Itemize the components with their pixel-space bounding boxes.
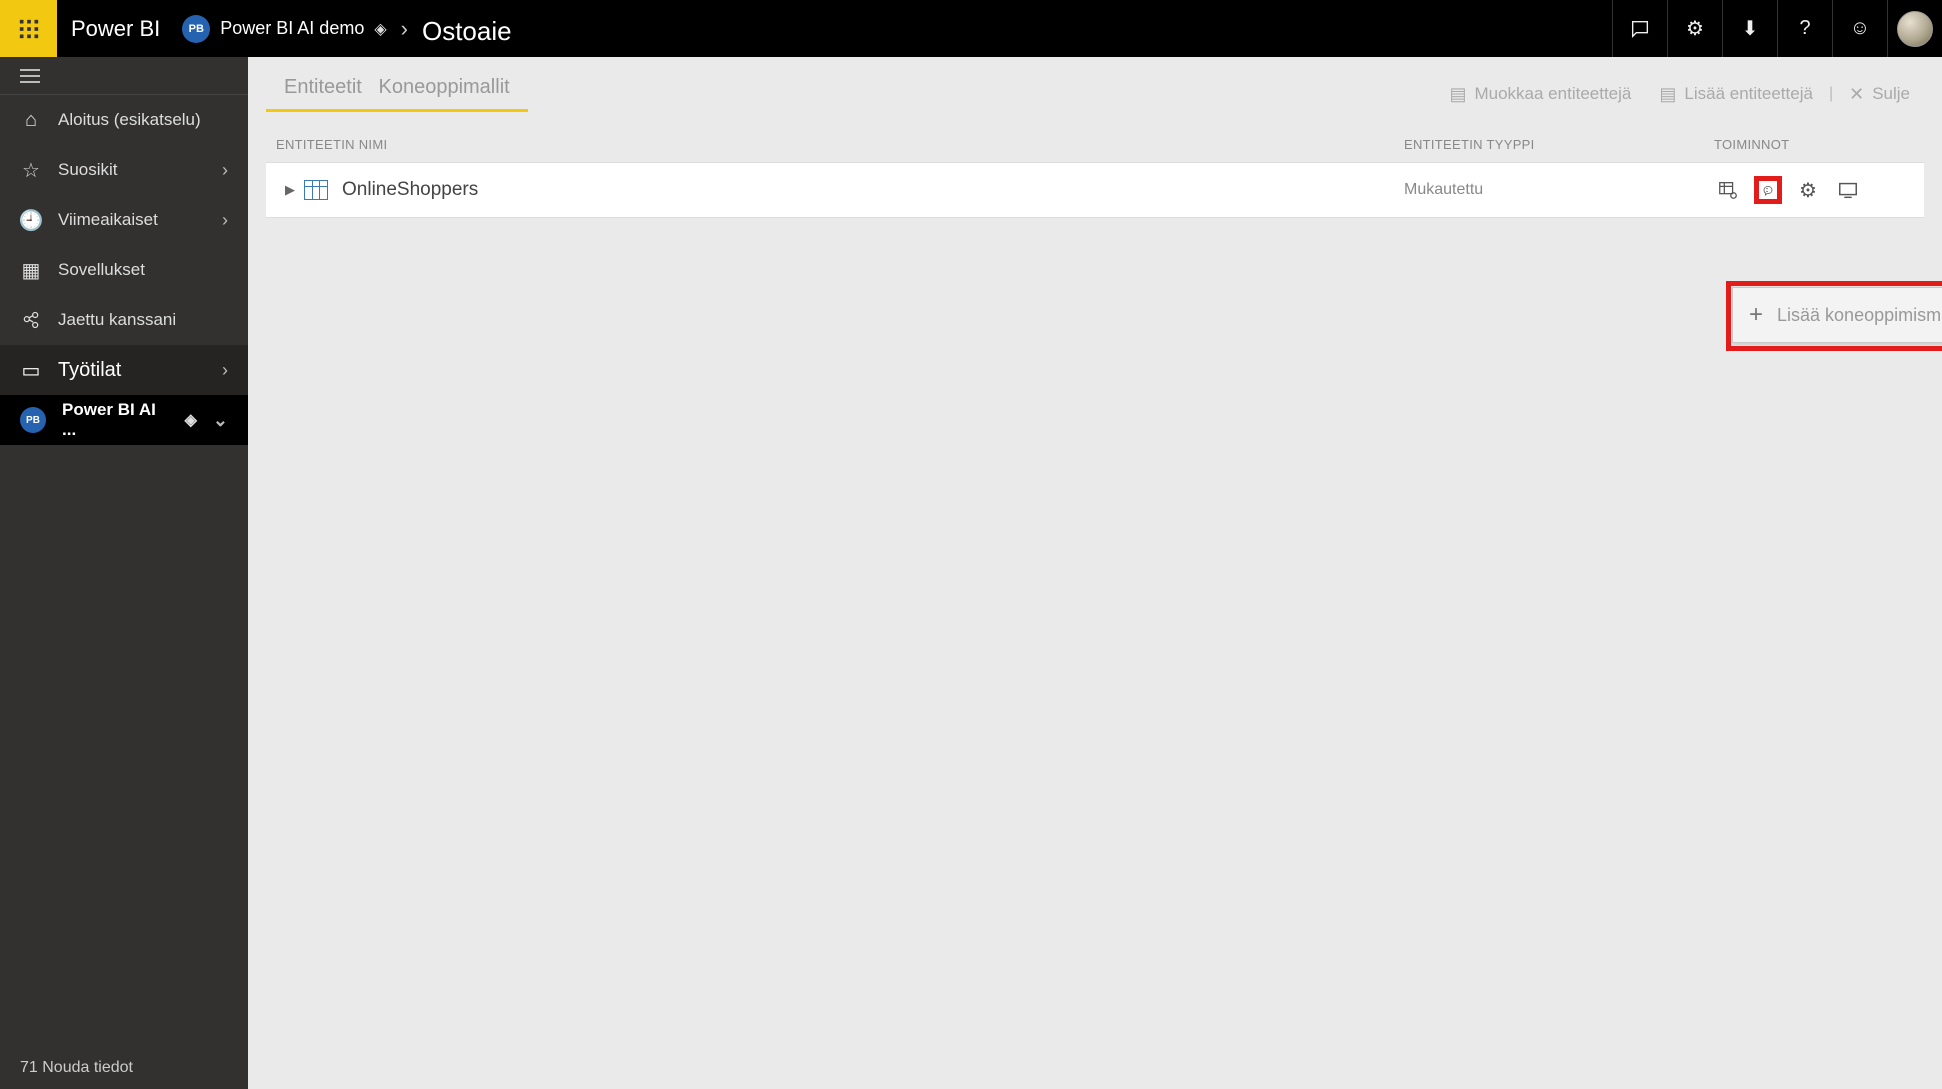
table-icon <box>304 180 328 200</box>
nav-label: Viimeaikaiset <box>58 210 206 230</box>
action-refresh[interactable] <box>1834 176 1862 204</box>
nav-item-home[interactable]: ⌂ Aloitus (esikatselu) <box>0 95 248 145</box>
nav-label: Työtilat <box>58 359 206 382</box>
nav-item-current-workspace[interactable]: PB Power BI AI ... ◈ ⌄ <box>0 395 248 445</box>
edit-entities-button[interactable]: ▤ Muokkaa entiteettejä <box>1435 84 1645 105</box>
add-entity-icon: ▤ <box>1659 84 1676 105</box>
star-icon: ☆ <box>20 158 42 183</box>
nav-footer-getdata[interactable]: 71 Nouda tiedot <box>0 1047 248 1089</box>
nav-label: Sovellukset <box>58 260 228 280</box>
brain-icon <box>1761 179 1775 201</box>
chevron-right-icon: › <box>222 360 228 381</box>
premium-diamond-icon: ◈ <box>374 19 386 39</box>
download-button[interactable]: ⬇ <box>1722 0 1777 57</box>
nav-label: Suosikit <box>58 160 206 180</box>
tab-entities[interactable]: Entiteetit Koneoppimallit <box>266 76 528 112</box>
waffle-icon <box>18 18 40 40</box>
chevron-right-icon: › <box>222 210 228 231</box>
nav-label: Jaettu kanssani <box>58 310 228 330</box>
clock-icon: 🕘 <box>20 208 42 233</box>
profile-button[interactable] <box>1887 0 1942 57</box>
gear-icon: ⚙ <box>1799 178 1817 203</box>
gear-icon: ⚙ <box>1686 16 1704 41</box>
main-content: Entiteetit Koneoppimallit ▤ Muokkaa enti… <box>248 57 1942 1089</box>
nav-label: Aloitus (esikatselu) <box>58 110 228 130</box>
action-label: Sulje <box>1872 84 1910 104</box>
share-icon <box>20 310 42 330</box>
nav-label: Power BI AI ... <box>62 400 169 440</box>
feedback-button[interactable]: ☺ <box>1832 0 1887 57</box>
breadcrumb-separator: › <box>387 16 422 42</box>
left-nav: ⌂ Aloitus (esikatselu) ☆ Suosikit › 🕘 Vi… <box>0 57 248 1089</box>
avatar <box>1897 11 1933 47</box>
nav-item-apps[interactable]: ▦ Sovellukset <box>0 245 248 295</box>
nav-item-recent[interactable]: 🕘 Viimeaikaiset › <box>0 195 248 245</box>
entity-name: OnlineShoppers <box>342 179 1404 201</box>
workspace-name: Power BI AI demo <box>220 18 364 39</box>
hamburger-icon <box>20 69 40 83</box>
chevron-down-icon: ⌄ <box>213 410 228 431</box>
col-header-actions: TOIMINNOT <box>1714 137 1914 152</box>
download-icon: ⬇ <box>1742 16 1759 41</box>
tab-label: Koneoppimallit <box>379 76 510 98</box>
tabs-row: Entiteetit Koneoppimallit ▤ Muokkaa enti… <box>266 57 1924 119</box>
premium-diamond-icon: ◈ <box>185 410 197 430</box>
column-headers: ENTITEETIN NIMI ENTITEETIN TYYPPI TOIMIN… <box>266 119 1924 162</box>
help-icon: ? <box>1799 17 1810 40</box>
nav-item-favorites[interactable]: ☆ Suosikit › <box>0 145 248 195</box>
settings-button[interactable]: ⚙ <box>1667 0 1722 57</box>
entity-type: Mukautettu <box>1404 181 1714 199</box>
close-icon: ✕ <box>1849 84 1864 105</box>
add-ml-model-label: Lisää koneoppimismalli <box>1777 305 1942 326</box>
workspace-icon: ▭ <box>20 358 42 383</box>
entity-row[interactable]: ▶ OnlineShoppers Mukautettu ⚙ <box>266 162 1924 218</box>
chat-icon <box>1629 18 1651 40</box>
close-button[interactable]: ✕ Sulje <box>1835 84 1924 105</box>
table-link-icon <box>1717 179 1739 201</box>
col-header-type: ENTITEETIN TYYPPI <box>1404 137 1714 152</box>
entity-actions: ⚙ <box>1714 176 1914 204</box>
separator: | <box>1827 85 1835 103</box>
page-title: Ostoaie <box>422 10 512 47</box>
nav-item-workspaces[interactable]: ▭ Työtilat › <box>0 345 248 395</box>
smile-icon: ☺ <box>1850 17 1870 40</box>
chevron-right-icon: › <box>222 160 228 181</box>
tab-label: Entiteetit <box>284 76 362 98</box>
edit-entity-icon: ▤ <box>1449 84 1466 105</box>
workspace-badge: PB <box>182 15 210 43</box>
brand-label: Power BI <box>57 16 182 42</box>
nav-collapse-button[interactable] <box>0 57 248 95</box>
add-ml-model-button[interactable]: + Lisää koneoppimismalli <box>1732 287 1942 343</box>
add-entities-button[interactable]: ▤ Lisää entiteettejä <box>1645 84 1827 105</box>
expand-toggle[interactable]: ▶ <box>276 182 304 198</box>
action-label: Muokkaa entiteettejä <box>1474 84 1631 104</box>
breadcrumb-workspace[interactable]: PB Power BI AI demo ◈ <box>182 15 386 43</box>
screen-icon <box>1837 179 1859 201</box>
action-label: Lisää entiteettejä <box>1684 84 1813 104</box>
action-apply-ml-model[interactable] <box>1754 176 1782 204</box>
action-linked-entity[interactable] <box>1714 176 1742 204</box>
topbar-right: ⚙ ⬇ ? ☺ <box>1612 0 1942 57</box>
topbar: Power BI PB Power BI AI demo ◈ › Ostoaie… <box>0 0 1942 57</box>
comments-button[interactable] <box>1612 0 1667 57</box>
col-header-name: ENTITEETIN NIMI <box>276 137 1404 152</box>
app-launcher-button[interactable] <box>0 0 57 57</box>
workspace-badge: PB <box>20 407 46 433</box>
apps-icon: ▦ <box>20 258 42 283</box>
action-settings[interactable]: ⚙ <box>1794 176 1822 204</box>
plus-icon: + <box>1749 301 1763 329</box>
home-icon: ⌂ <box>20 109 42 132</box>
nav-item-shared[interactable]: Jaettu kanssani <box>0 295 248 345</box>
help-button[interactable]: ? <box>1777 0 1832 57</box>
